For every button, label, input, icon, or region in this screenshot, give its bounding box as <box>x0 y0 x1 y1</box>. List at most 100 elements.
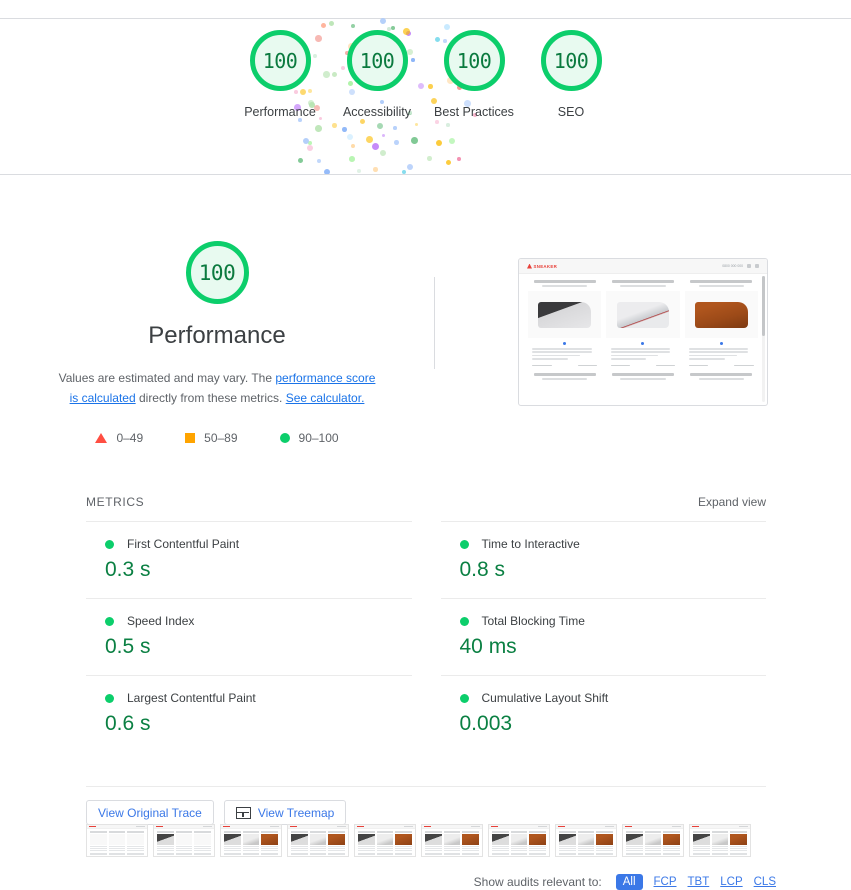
product-image <box>694 301 748 328</box>
screenshot-product-row-2 <box>519 368 767 384</box>
category-score-performance[interactable]: 100 Performance <box>232 30 329 122</box>
legend-range-pass: 90–100 <box>298 431 339 445</box>
metric-value: 0.6 s <box>105 712 151 735</box>
square-icon <box>185 433 196 443</box>
metric-name: Total Blocking Time <box>481 614 585 628</box>
legend-item-average: 50–89 <box>185 431 238 445</box>
gauge-seo: 100 <box>540 30 602 91</box>
pass-circle-icon <box>459 539 469 549</box>
desc-text-1: Values are estimated and may vary. The <box>58 371 276 385</box>
see-calculator-link[interactable]: See calculator. <box>286 391 365 405</box>
metrics-grid: First Contentful Paint 0.3 s Time to Int… <box>86 521 766 752</box>
gauge-accessibility: 100 <box>346 30 408 91</box>
pass-circle-icon <box>459 693 469 703</box>
screenshot-topbar: SNEAKER 0800 000 000 <box>519 259 767 274</box>
metric-first-contentful-paint[interactable]: First Contentful Paint 0.3 s <box>86 521 412 598</box>
page-title: Performance <box>148 322 286 349</box>
performance-description: Values are estimated and may vary. The p… <box>57 368 377 408</box>
category-score-best-practices[interactable]: 100 Best Practices <box>426 30 523 122</box>
screenshot-scrollbar[interactable] <box>762 276 765 336</box>
gauge-label-performance: Performance <box>244 105 316 119</box>
view-treemap-label: View Treemap <box>257 805 335 820</box>
metric-value: 0.3 s <box>105 558 151 581</box>
gauge-label-best-practices: Best Practices <box>434 105 514 119</box>
confetti-particle <box>351 24 355 28</box>
filmstrip-frame <box>153 824 215 857</box>
filmstrip-frame <box>689 824 751 857</box>
screenshot-product-row-1 <box>519 274 767 368</box>
metric-time-to-interactive[interactable]: Time to Interactive 0.8 s <box>440 521 766 598</box>
score-legend: 0–49 50–89 90–100 <box>95 431 339 445</box>
metric-cumulative-layout-shift[interactable]: Cumulative Layout Shift 0.003 <box>440 675 766 752</box>
gauge-label-accessibility: Accessibility <box>342 105 412 119</box>
view-original-trace-label: View Original Trace <box>98 805 202 820</box>
filmstrip-frame <box>220 824 282 857</box>
metric-name: Speed Index <box>127 614 195 628</box>
pass-circle-icon <box>105 539 114 549</box>
filmstrip-frame <box>287 824 349 857</box>
product-image <box>616 301 670 328</box>
performance-gauge: 100 <box>185 241 249 304</box>
audit-filter-row: Show audits relevant to: All FCP TBT LCP… <box>0 874 851 890</box>
metrics-header: METRICS Expand view <box>86 495 766 521</box>
filter-option-tbt[interactable]: TBT <box>688 876 710 888</box>
screenshot-filmstrip <box>86 824 766 857</box>
final-screenshot: SNEAKER 0800 000 000 <box>518 258 768 406</box>
pass-circle-icon <box>105 616 114 626</box>
filmstrip-frame <box>354 824 416 857</box>
screenshot-nav: 0800 000 000 <box>722 264 759 268</box>
metric-largest-contentful-paint[interactable]: Largest Contentful Paint 0.6 s <box>86 675 412 752</box>
section-divider <box>0 174 851 175</box>
metric-value: 0.5 s <box>105 635 151 658</box>
performance-summary: 100 Performance Values are estimated and… <box>0 200 434 480</box>
metric-speed-index[interactable]: Speed Index 0.5 s <box>86 598 412 675</box>
action-buttons: View Original Trace View Treemap <box>86 786 766 825</box>
product-image <box>538 301 592 328</box>
metric-name: First Contentful Paint <box>127 537 240 551</box>
legend-item-pass: 90–100 <box>279 431 339 445</box>
top-divider <box>0 18 851 19</box>
legend-item-fail: 0–49 <box>95 431 143 445</box>
metric-name: Time to Interactive <box>481 537 580 551</box>
desc-text-2: directly from these metrics. <box>135 391 286 405</box>
performance-section: 100 Performance Values are estimated and… <box>0 200 851 480</box>
product-card <box>606 280 680 368</box>
confetti-particle <box>329 21 334 26</box>
category-scores: 100 Performance 100 Accessibility 100 Be… <box>0 30 851 170</box>
pass-circle-icon <box>105 693 114 703</box>
expand-view-button[interactable]: Expand view <box>698 495 766 509</box>
filmstrip-frame <box>86 824 148 857</box>
triangle-icon <box>95 433 108 443</box>
filmstrip-frame <box>488 824 550 857</box>
filter-label: Show audits relevant to: <box>473 875 602 889</box>
gauge-performance: 100 <box>249 30 311 91</box>
metrics-section: METRICS Expand view First Contentful Pai… <box>86 495 766 752</box>
confetti-particle <box>321 23 327 29</box>
treemap-icon <box>235 806 251 819</box>
lighthouse-report: 100 Performance 100 Accessibility 100 Be… <box>0 0 851 890</box>
gauge-best-practices: 100 <box>443 30 505 91</box>
filter-option-fcp[interactable]: FCP <box>654 876 677 888</box>
metric-total-blocking-time[interactable]: Total Blocking Time 40 ms <box>440 598 766 675</box>
final-screenshot-area: SNEAKER 0800 000 000 <box>435 200 851 480</box>
pass-circle-icon <box>459 616 469 626</box>
metric-value: 40 ms <box>459 635 517 658</box>
filmstrip-frame <box>421 824 483 857</box>
product-card <box>528 280 602 368</box>
product-card <box>528 372 601 384</box>
filter-option-lcp[interactable]: LCP <box>720 876 742 888</box>
filter-option-cls[interactable]: CLS <box>754 876 776 888</box>
product-card <box>684 280 758 368</box>
filter-option-all[interactable]: All <box>615 874 643 890</box>
product-card <box>606 372 679 384</box>
filmstrip-frame <box>622 824 684 857</box>
view-original-trace-button[interactable]: View Original Trace <box>86 800 214 825</box>
legend-range-average: 50–89 <box>204 431 238 445</box>
metric-value: 0.8 s <box>459 558 506 581</box>
metrics-title: METRICS <box>86 495 145 509</box>
view-treemap-button[interactable]: View Treemap <box>223 800 347 825</box>
legend-range-fail: 0–49 <box>116 431 144 445</box>
category-score-accessibility[interactable]: 100 Accessibility <box>329 30 426 122</box>
metric-name: Cumulative Layout Shift <box>481 691 609 705</box>
category-score-seo[interactable]: 100 SEO <box>523 30 620 122</box>
